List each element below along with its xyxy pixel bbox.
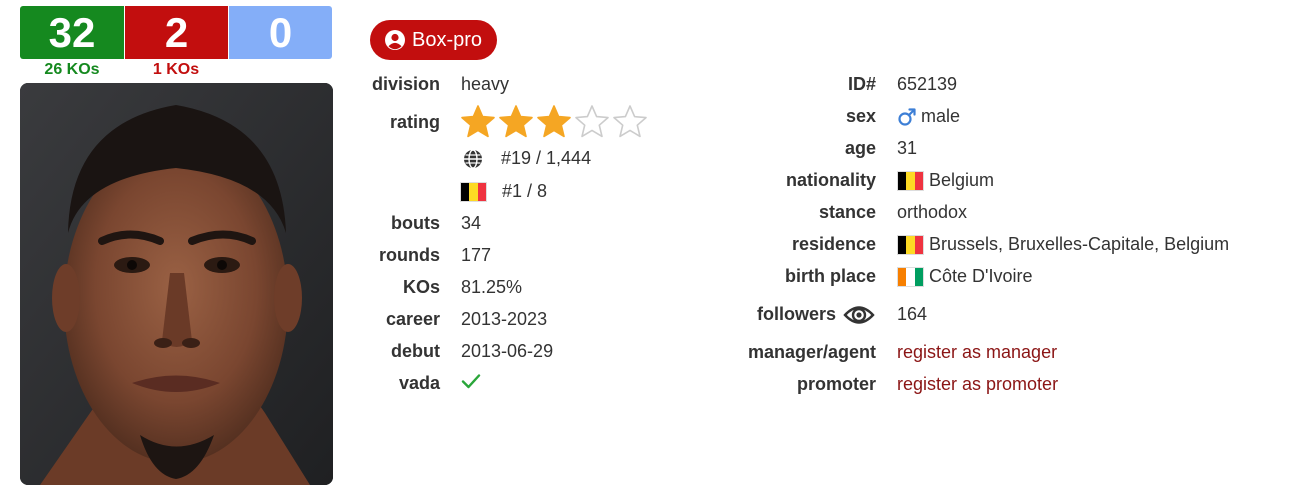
promoter-label: promoter xyxy=(796,374,876,394)
cote-divoire-flag-icon xyxy=(897,266,924,287)
wins-column: 32 26 KOs xyxy=(20,6,124,81)
losses-kos: 1 KOs xyxy=(152,61,200,78)
debut-label: debut xyxy=(391,341,440,361)
boxer-photo xyxy=(20,83,333,485)
draws-column: 0 xyxy=(228,6,332,81)
id-value: 652139 xyxy=(897,74,958,94)
vada-label: vada xyxy=(398,373,440,393)
residence-label: residence xyxy=(791,234,876,254)
sex-value: male xyxy=(897,106,960,127)
draws-count: 0 xyxy=(228,6,332,59)
stance-label: stance xyxy=(818,202,876,222)
sex-label: sex xyxy=(845,106,876,126)
user-circle-icon xyxy=(384,29,406,51)
checkmark-icon xyxy=(461,371,481,396)
rounds-value: 177 xyxy=(461,245,492,265)
star-filled-icon xyxy=(461,105,495,138)
badge-label: Box-pro xyxy=(412,28,483,51)
wins-count: 32 xyxy=(20,6,124,59)
residence-value[interactable]: Brussels, Bruxelles-Capitale, Belgium xyxy=(897,234,1229,255)
star-filled-icon xyxy=(499,105,533,138)
birth-place-value[interactable]: Côte D'Ivoire xyxy=(897,266,1032,287)
star-empty-icon xyxy=(613,105,647,138)
losses-count: 2 xyxy=(124,6,228,59)
sex-text: male xyxy=(921,106,961,126)
register-promoter-link[interactable]: register as promoter xyxy=(897,374,1058,395)
country-rank-value: #1 / 8 xyxy=(502,181,548,201)
losses-column: 2 1 KOs xyxy=(124,6,228,81)
vada-value xyxy=(461,371,481,396)
box-pro-badge[interactable]: Box-pro xyxy=(370,20,498,60)
followers-label: followers xyxy=(756,304,836,324)
age-value: 31 xyxy=(897,138,918,158)
rating-label: rating xyxy=(389,112,440,132)
age-label: age xyxy=(844,138,876,158)
belgium-flag-icon xyxy=(460,181,487,202)
country-rank-row[interactable]: #1 / 8 xyxy=(460,181,547,202)
star-empty-icon xyxy=(575,105,609,138)
world-rank-row[interactable]: #19 / 1,444 xyxy=(463,148,591,169)
birth-place-text: Côte D'Ivoire xyxy=(929,266,1033,286)
rounds-label: rounds xyxy=(379,245,440,265)
bouts-label: bouts xyxy=(391,213,440,233)
nationality-label: nationality xyxy=(785,170,876,190)
rating-stars xyxy=(460,104,648,140)
star-filled-icon xyxy=(537,105,571,138)
residence-text: Brussels, Bruxelles-Capitale, Belgium xyxy=(929,234,1230,254)
stance-value: orthodox xyxy=(897,202,968,222)
birth-place-label: birth place xyxy=(784,266,876,286)
followers-value: 164 xyxy=(897,304,928,324)
fight-record: 32 26 KOs 2 1 KOs 0 xyxy=(20,6,332,81)
kos-label: KOs xyxy=(402,277,440,297)
globe-icon xyxy=(463,148,483,169)
bouts-value: 34 xyxy=(461,213,482,233)
register-manager-link[interactable]: register as manager xyxy=(897,342,1057,363)
belgium-flag-icon xyxy=(897,234,924,255)
nationality-value[interactable]: Belgium xyxy=(897,170,994,191)
career-label: career xyxy=(385,309,440,329)
wins-kos: 26 KOs xyxy=(44,61,100,78)
belgium-flag-icon xyxy=(897,170,924,191)
eye-icon[interactable] xyxy=(843,302,875,328)
division-label: division xyxy=(371,74,440,94)
kos-value: 81.25% xyxy=(461,277,523,297)
nationality-text: Belgium xyxy=(929,170,995,190)
male-symbol-icon xyxy=(897,107,917,127)
career-value: 2013-2023 xyxy=(461,309,548,329)
id-label: ID# xyxy=(847,74,876,94)
division-value: heavy xyxy=(461,74,510,94)
world-rank-value: #19 / 1,444 xyxy=(501,148,592,168)
manager-label: manager/agent xyxy=(747,342,876,362)
debut-value: 2013-06-29 xyxy=(461,341,554,361)
